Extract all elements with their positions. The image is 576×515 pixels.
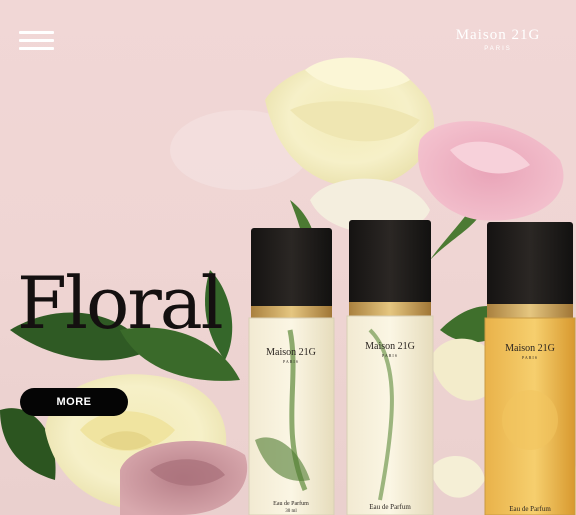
bottle-1-volume: 30 ml	[285, 509, 297, 514]
hero-image: Maison 21G PARIS Eau de Parfum 30 ml Mai…	[0, 57, 576, 515]
brand-logo[interactable]: Maison 21G PARIS	[448, 26, 548, 54]
bottle-3	[484, 222, 576, 515]
menu-line	[19, 31, 54, 34]
hero-section: Maison 21G PARIS Eau de Parfum 30 ml Mai…	[0, 0, 576, 515]
more-button[interactable]: MORE	[20, 388, 128, 416]
bottle-2-brand: Maison 21G	[365, 341, 415, 352]
bottle-1-city: PARIS	[283, 359, 299, 364]
hero-headline: Floral	[17, 261, 224, 345]
bottle-2	[346, 220, 434, 515]
bottle-1-brand: Maison 21G	[266, 347, 316, 358]
bottle-3-brand: Maison 21G	[505, 343, 555, 354]
bottle-2-city: PARIS	[382, 353, 398, 358]
bottle-1	[248, 228, 335, 515]
brand-name: Maison 21G	[455, 27, 541, 43]
menu-line	[19, 39, 54, 42]
bottle-1-type: Eau de Parfum	[273, 500, 309, 507]
brand-city: PARIS	[484, 46, 512, 52]
bottle-2-type: Eau de Parfum	[369, 503, 411, 511]
bottle-3-type: Eau de Parfum	[509, 505, 551, 513]
menu-line	[19, 47, 54, 50]
hamburger-menu-icon[interactable]	[19, 31, 55, 53]
bottle-3-city: PARIS	[522, 355, 538, 360]
